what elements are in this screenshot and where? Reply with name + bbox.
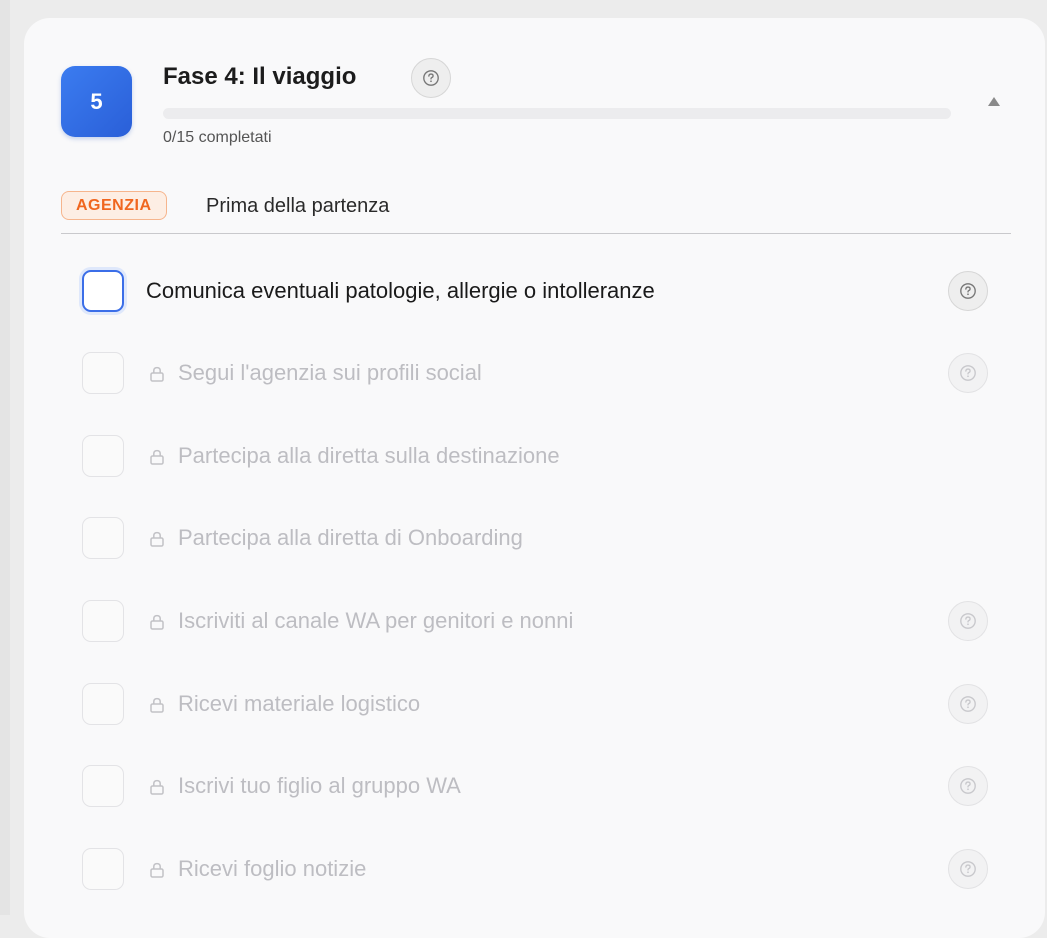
- question-circle-icon: [423, 70, 439, 86]
- task-row: Comunica eventuali patologie, allergie o…: [82, 270, 1012, 312]
- task-checkbox: [82, 352, 124, 394]
- task-row: Ricevi materiale logistico: [82, 683, 1012, 725]
- task-label: Partecipa alla diretta di Onboarding: [178, 525, 523, 550]
- task-row: Segui l'agenzia sui profili social: [82, 352, 1012, 394]
- task-label: Comunica eventuali patologie, allergie o…: [146, 278, 655, 303]
- task-help-button[interactable]: [948, 601, 988, 641]
- section-role-badge: AGENZIA: [61, 191, 167, 220]
- question-circle-icon: [960, 861, 976, 877]
- task-row: Ricevi foglio notizie: [82, 848, 1012, 890]
- question-circle-icon: [960, 778, 976, 794]
- question-circle-icon: [960, 283, 976, 299]
- phase-number-badge: 5: [61, 66, 132, 137]
- task-help-button[interactable]: [948, 271, 988, 311]
- question-circle-icon: [960, 365, 976, 381]
- task-checkbox: [82, 765, 124, 807]
- phase-progress-bar: [163, 108, 951, 119]
- task-label: Iscriviti al canale WA per genitori e no…: [178, 608, 574, 633]
- task-checkbox: [82, 600, 124, 642]
- task-row: Iscrivi tuo figlio al gruppo WA: [82, 765, 1012, 807]
- task-help-button[interactable]: [948, 353, 988, 393]
- lock-icon: [150, 779, 164, 795]
- lock-icon: [150, 531, 164, 547]
- phase-progress-text: 0/15 completati: [163, 129, 272, 146]
- lock-icon: [150, 862, 164, 878]
- section-title: Prima della partenza: [206, 195, 390, 217]
- task-checkbox: [82, 435, 124, 477]
- task-checkbox: [82, 683, 124, 725]
- task-label: Ricevi materiale logistico: [178, 691, 421, 716]
- task-label: Ricevi foglio notizie: [178, 856, 367, 881]
- caret-up-icon[interactable]: [988, 97, 1000, 106]
- task-checkbox: [82, 848, 124, 890]
- task-row: Partecipa alla diretta sulla destinazion…: [82, 435, 1012, 477]
- lock-icon: [150, 366, 164, 382]
- task-help-button[interactable]: [948, 684, 988, 724]
- lock-icon: [150, 614, 164, 630]
- section-divider: [61, 233, 1011, 234]
- phase-title: Fase 4: Il viaggio: [163, 63, 357, 90]
- task-checkbox[interactable]: [82, 270, 124, 312]
- task-label: Segui l'agenzia sui profili social: [178, 360, 482, 385]
- question-circle-icon: [960, 696, 976, 712]
- task-help-button[interactable]: [948, 849, 988, 889]
- task-help-button[interactable]: [948, 766, 988, 806]
- phase-help-button[interactable]: [411, 58, 451, 98]
- task-label: Partecipa alla diretta sulla destinazion…: [178, 443, 560, 468]
- question-circle-icon: [960, 613, 976, 629]
- task-label: Iscrivi tuo figlio al gruppo WA: [178, 773, 461, 798]
- left-gutter: [0, 0, 10, 915]
- task-row: Partecipa alla diretta di Onboarding: [82, 517, 1012, 559]
- lock-icon: [150, 697, 164, 713]
- lock-icon: [150, 449, 164, 465]
- task-row: Iscriviti al canale WA per genitori e no…: [82, 600, 1012, 642]
- task-checkbox: [82, 517, 124, 559]
